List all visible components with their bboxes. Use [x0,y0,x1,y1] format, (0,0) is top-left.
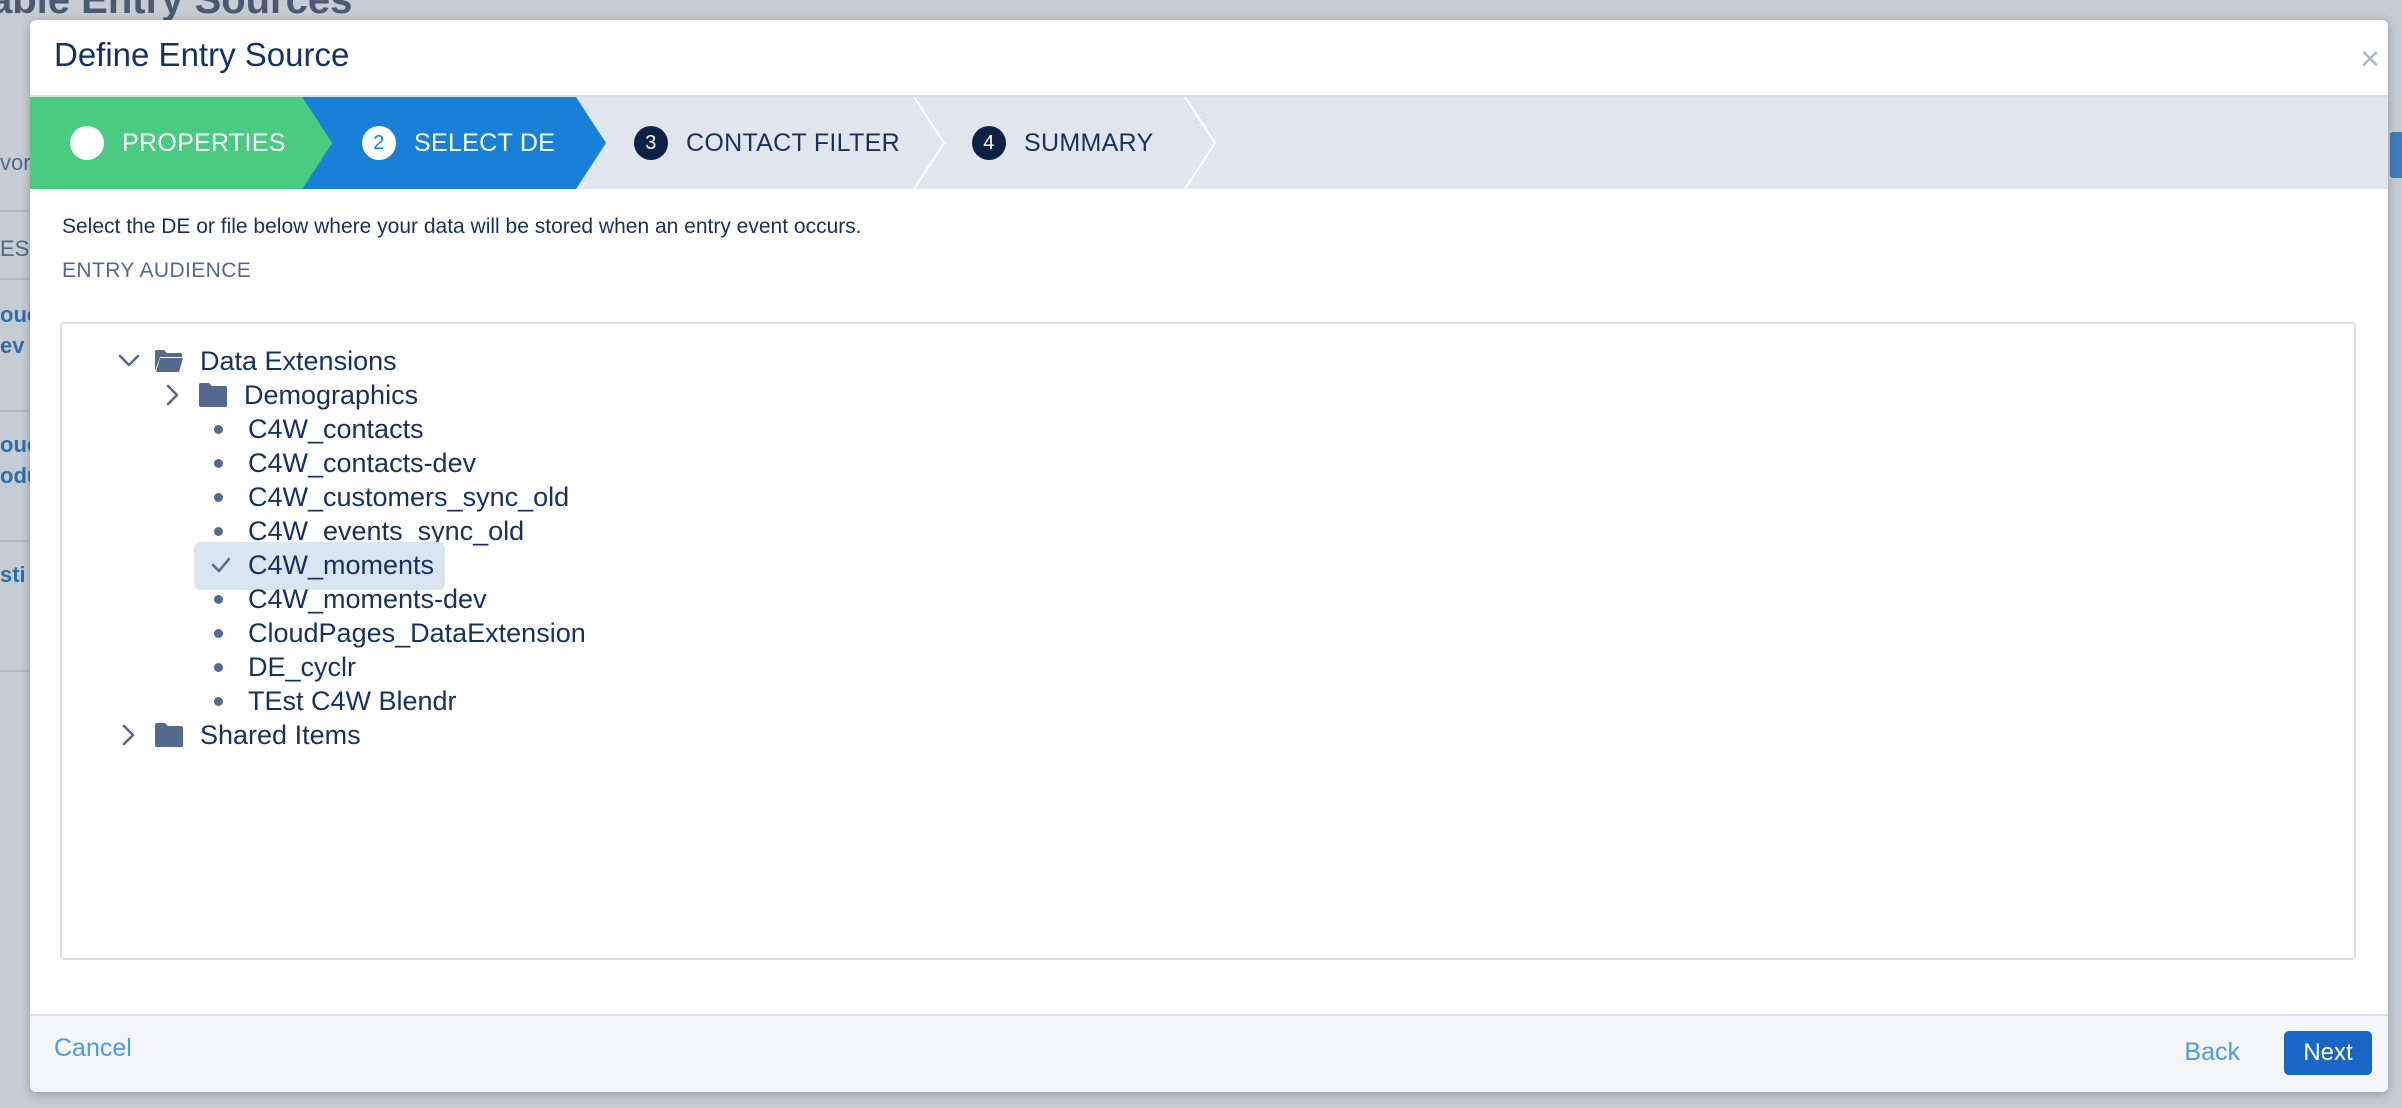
bullet-icon [214,424,223,434]
check-circle-icon [70,100,104,160]
define-entry-source-modal: Define Entry Source × 4 SUMMARY 3 CONTAC… [30,20,2388,1092]
entry-audience-label: ENTRY AUDIENCE [62,259,252,282]
folder-icon [155,723,183,747]
bullet-icon [214,628,223,638]
close-icon[interactable]: × [2360,42,2380,76]
cancel-button[interactable]: Cancel [54,1034,132,1063]
wizard-step-properties[interactable]: PROPERTIES [30,97,350,189]
chevron-right-icon[interactable] [158,380,188,410]
background-fragment: ES [0,236,30,261]
tree-folder-label: Demographics [244,379,419,410]
bullet-icon [214,594,223,604]
instruction-text: Select the DE or file below where your d… [62,215,862,238]
tree-item-label: C4W_contacts-dev [248,447,477,478]
bullet-icon [214,662,223,672]
bullet-icon [214,458,223,468]
chevron-right-icon[interactable] [114,720,144,750]
tree-item-label: C4W_customers_sync_old [248,481,570,512]
wizard-path: 4 SUMMARY 3 CONTACT FILTER 2 SELECT DE P… [30,97,2388,189]
chevron-down-icon[interactable] [114,346,144,376]
modal-body: Select the DE or file below where your d… [62,215,2388,283]
background-action-button [2390,132,2402,178]
step-number-badge: 4 [972,126,1006,160]
modal-title: Define Entry Source [54,36,350,73]
tree-folder-shared-items[interactable]: Shared Items [114,713,361,757]
tree-item-label: C4W_moments [248,549,435,580]
background-link-fragment[interactable]: ev [0,333,24,359]
background-fragment: vor [0,150,31,175]
folder-icon [199,383,227,407]
bullet-icon [214,696,223,706]
step-label: PROPERTIES [122,128,286,157]
step-label: SUMMARY [1024,128,1154,157]
open-folder-icon [155,350,183,372]
data-extension-tree: Data Extensions Demographics C4W_contact… [60,322,2356,960]
step-number-badge: 2 [362,126,396,160]
modal-header: Define Entry Source × [30,20,2388,97]
tree-item-label: CloudPages_DataExtension [248,617,586,648]
tree-folder-label: Shared Items [200,719,361,750]
step-label: SELECT DE [414,128,556,157]
step-label: CONTACT FILTER [686,128,900,157]
tree-item-label: C4W_contacts [248,413,424,444]
checkmark-icon [210,554,232,576]
tree-item-label: C4W_moments-dev [248,583,487,614]
tree-item-label: DE_cyclr [248,651,357,682]
back-button[interactable]: Back [2184,1038,2240,1067]
bullet-icon [214,492,223,502]
modal-footer: Cancel Back Next [30,1014,2388,1092]
next-button[interactable]: Next [2284,1031,2372,1075]
tree-item-label: TEst C4W Blendr [248,685,457,716]
tree-folder-label: Data Extensions [200,345,397,376]
bullet-icon [214,526,223,536]
background-link-fragment[interactable]: sti [0,562,26,588]
